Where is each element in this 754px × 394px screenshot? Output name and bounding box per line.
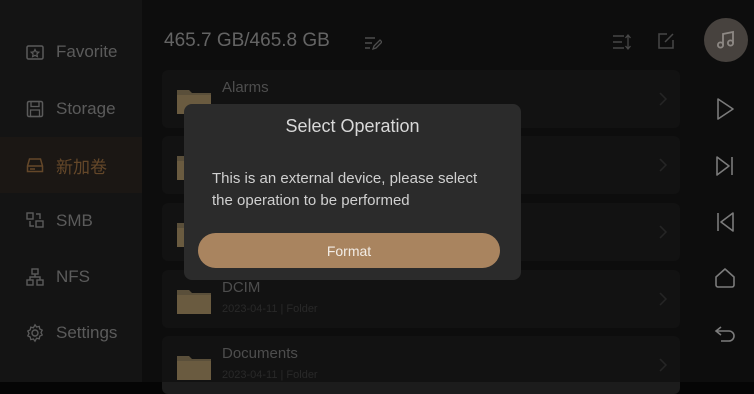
file-manager-screen: Favorite Storage 新加卷 SMB NFS Settings 46… <box>0 0 754 394</box>
dialog-message: This is an external device, please selec… <box>212 170 478 209</box>
select-operation-dialog: Select Operation This is an external dev… <box>184 104 521 280</box>
format-button[interactable]: Format <box>198 233 500 268</box>
dialog-title: Select Operation <box>285 116 420 136</box>
